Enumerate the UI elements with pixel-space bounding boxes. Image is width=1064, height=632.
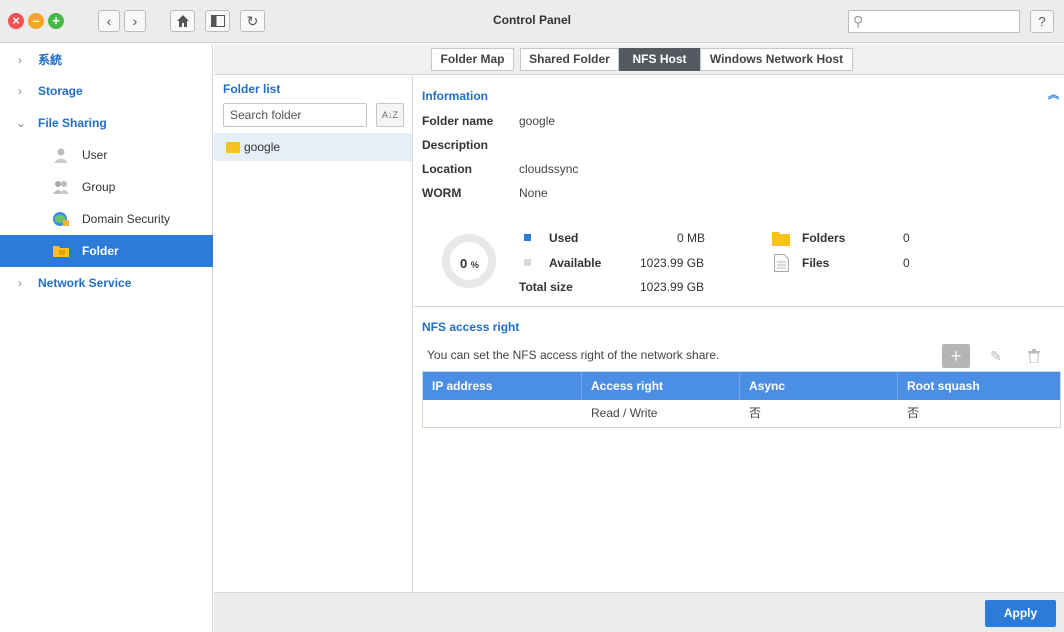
list-item[interactable]: google (214, 133, 412, 161)
nfs-access-table: IP address Access right Async Root squas… (422, 371, 1061, 428)
sidebar-item-label: Network Service (38, 276, 132, 290)
plus-icon: + (950, 346, 962, 366)
field-label: Location (422, 162, 472, 176)
total-size-value: 1023.99 GB (640, 280, 705, 294)
sidebar-item-network-service[interactable]: › Network Service (0, 267, 213, 299)
field-label: Folder name (422, 114, 494, 128)
tab-windows-network-host[interactable]: Windows Network Host (700, 48, 853, 71)
apply-button[interactable]: Apply (985, 600, 1056, 627)
used-label: Used (549, 231, 579, 245)
files-value: 0 (903, 256, 910, 270)
chevron-right-icon: › (18, 276, 22, 290)
folder-list-title: Folder list (223, 82, 281, 96)
folders-label: Folders (802, 231, 846, 245)
sidebar-item-label: Folder (82, 244, 119, 258)
collapse-icon[interactable]: ︽ (1048, 86, 1059, 102)
help-button[interactable]: ? (1030, 10, 1054, 33)
nfs-description: You can set the NFS access right of the … (427, 348, 720, 362)
sidebar-item-file-sharing[interactable]: ⌄ File Sharing (0, 107, 213, 139)
tab-shared-folder[interactable]: Shared Folder (520, 48, 619, 71)
cell-access-right: Read / Write (591, 406, 658, 420)
folder-icon (53, 246, 69, 257)
folder-icon (772, 232, 790, 246)
tab-folder-map[interactable]: Folder Map (431, 48, 514, 71)
trash-icon (1028, 349, 1040, 364)
used-legend-icon (524, 234, 531, 241)
chevron-right-icon: › (18, 84, 22, 98)
field-label: WORM (422, 186, 462, 200)
folder-search-input[interactable] (223, 103, 367, 127)
sort-az-icon: A↓Z (381, 110, 398, 120)
sidebar-item-domain-security[interactable]: Domain Security (0, 203, 213, 235)
nfs-access-title: NFS access right (422, 320, 520, 334)
sidebar-item-label: Group (82, 180, 116, 194)
pencil-icon: ✎ (990, 348, 1002, 364)
sidebar: › 系統 › Storage ⌄ File Sharing User Group… (0, 44, 213, 632)
search-input[interactable]: ⚲ (848, 10, 1020, 33)
column-header-access-right[interactable]: Access right (582, 372, 740, 400)
column-header-ip[interactable]: IP address (423, 372, 582, 400)
chevron-down-icon: ⌄ (16, 116, 27, 130)
folder-list-pane: Folder list A↓Z google (214, 76, 413, 592)
used-value: 0 MB (677, 231, 706, 245)
table-header: IP address Access right Async Root squas… (423, 372, 1060, 400)
sidebar-item-label: 系統 (38, 53, 63, 67)
sidebar-item-folder[interactable]: Folder (0, 235, 213, 267)
sidebar-item-label: File Sharing (38, 116, 107, 130)
column-header-root-squash[interactable]: Root squash (898, 372, 1060, 400)
folder-icon (226, 142, 240, 153)
sidebar-item-system[interactable]: › 系統 (0, 44, 213, 76)
folder-name: google (244, 140, 281, 154)
column-header-async[interactable]: Async (740, 372, 898, 400)
available-value: 1023.99 GB (640, 256, 705, 270)
sidebar-item-label: User (82, 148, 108, 162)
file-icon (774, 254, 789, 272)
edit-button[interactable]: ✎ (982, 344, 1010, 368)
title-bar: × – + ‹ › ↻ Control Panel ⚲ ? (0, 0, 1064, 43)
sidebar-item-group[interactable]: Group (0, 171, 213, 203)
files-label: Files (802, 256, 830, 270)
usage-percent: 0 % (460, 256, 479, 271)
info-pane: Information ︽ Folder name google Descrip… (414, 76, 1064, 592)
field-value: cloudssync (519, 162, 579, 176)
section-divider (414, 306, 1064, 307)
user-icon (54, 148, 68, 163)
sidebar-item-user[interactable]: User (0, 139, 213, 171)
field-value: None (519, 186, 548, 200)
chevron-right-icon: › (18, 53, 22, 67)
group-icon (53, 181, 69, 194)
help-icon: ? (1038, 14, 1046, 29)
cell-ip (423, 400, 582, 427)
tab-nfs-host[interactable]: NFS Host (619, 48, 700, 71)
sidebar-item-storage[interactable]: › Storage (0, 75, 213, 107)
cell-root-squash: 否 (907, 406, 920, 420)
delete-button[interactable] (1020, 344, 1048, 368)
sidebar-item-label: Storage (38, 84, 83, 98)
information-title: Information (422, 89, 488, 103)
footer-bar: Apply (214, 592, 1064, 632)
folders-value: 0 (903, 231, 910, 245)
available-legend-icon (524, 259, 531, 266)
search-icon: ⚲ (853, 13, 864, 29)
cell-async: 否 (749, 406, 762, 420)
domain-security-icon (53, 212, 69, 226)
available-label: Available (549, 256, 602, 270)
total-size-label: Total size (519, 280, 573, 294)
field-label: Description (422, 138, 489, 152)
field-value: google (519, 114, 556, 128)
sidebar-item-label: Domain Security (82, 212, 171, 226)
sort-button[interactable]: A↓Z (376, 103, 404, 127)
add-button[interactable]: + (942, 344, 970, 368)
tab-bar: Folder Map Shared Folder NFS Host Window… (214, 44, 1064, 75)
